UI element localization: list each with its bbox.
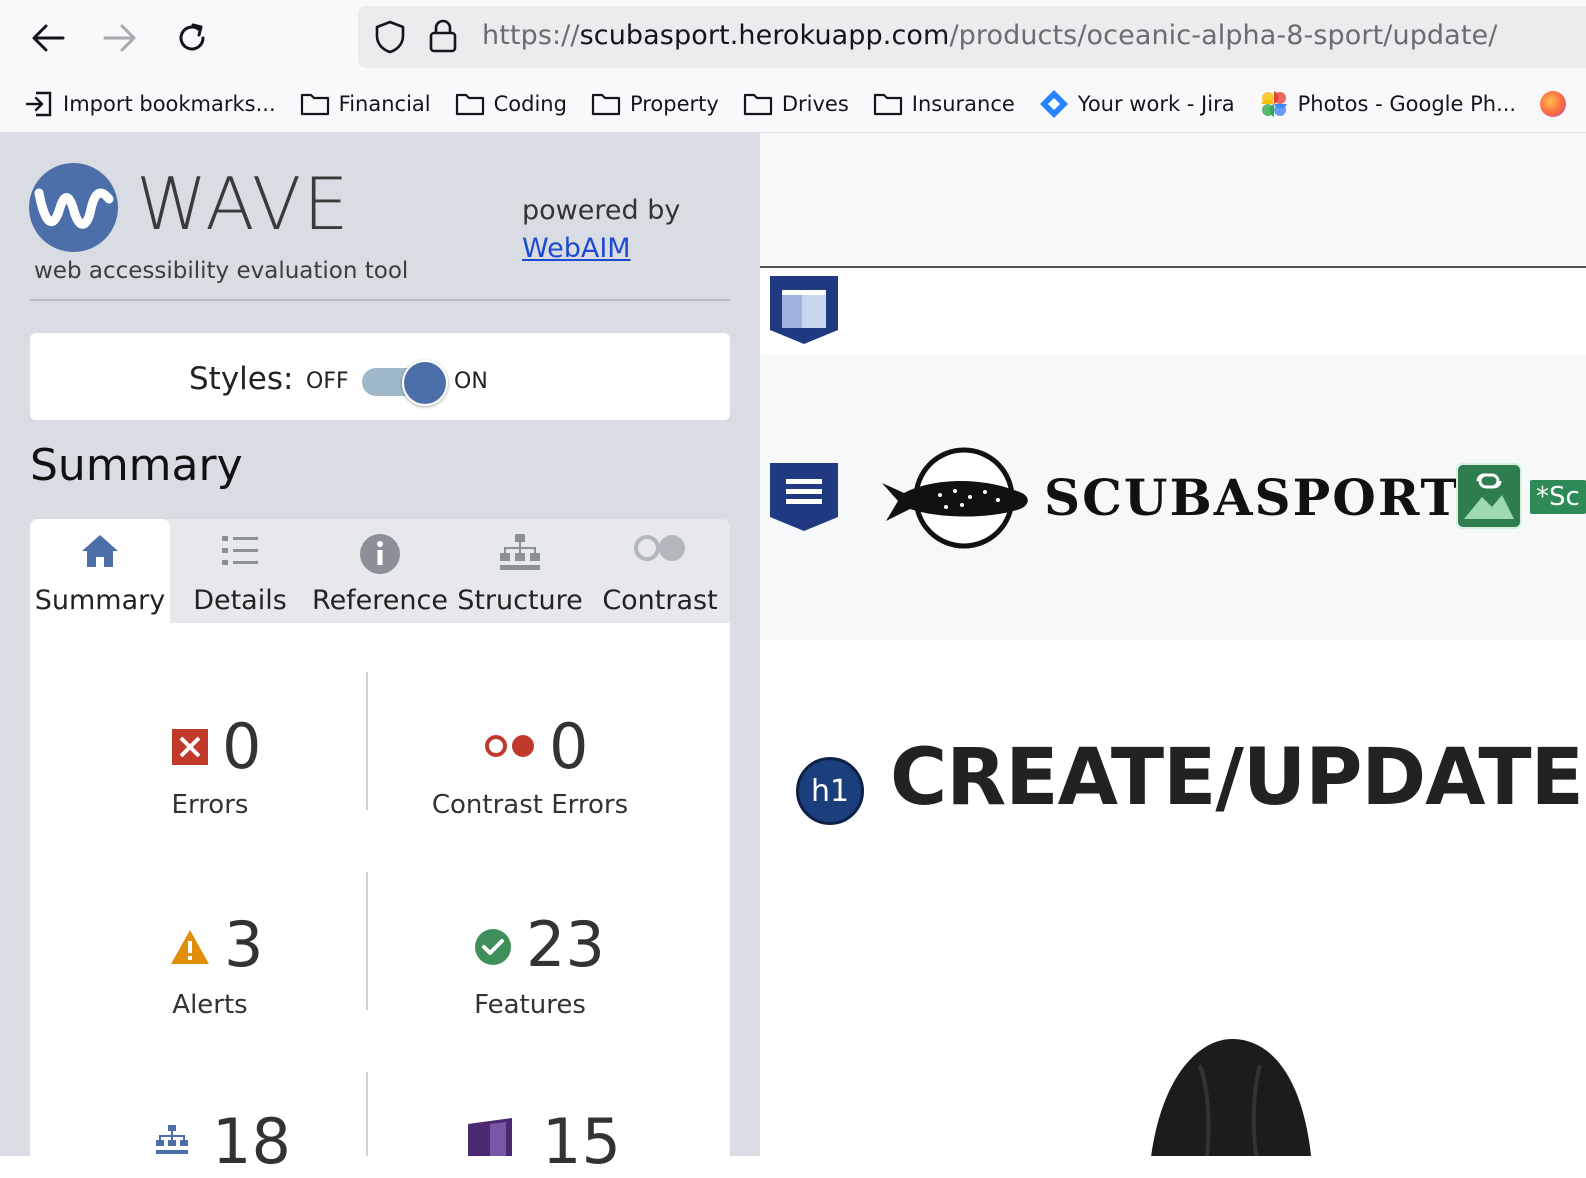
contrast-icon: [634, 535, 685, 561]
url-host: scubasport.herokuapp.com: [579, 20, 950, 51]
bookmark-label: Import bookmarks...: [63, 92, 276, 116]
shield-icon[interactable]: [374, 20, 406, 54]
page-header-top: [760, 133, 1586, 268]
bookmark-label: Coding: [493, 92, 567, 116]
browser-toolbar: https://scubasport.herokuapp.com/product…: [0, 0, 1586, 133]
errors-count: 0: [222, 710, 262, 783]
tab-reference[interactable]: Reference: [310, 519, 450, 623]
folder-icon: [743, 93, 772, 116]
bookmark-label: Insurance: [911, 92, 1015, 116]
alerts-label: Alerts: [172, 990, 248, 1020]
errors-label: Errors: [171, 790, 249, 820]
structure-count: 18: [212, 1105, 291, 1178]
info-icon: [360, 534, 400, 574]
forward-arrow-icon: [103, 24, 136, 52]
bookmark-import[interactable]: Import bookmarks...: [24, 84, 276, 124]
structure-icon: [500, 534, 540, 570]
alert-icon: [171, 930, 209, 964]
contrast-errors-label: Contrast Errors: [431, 790, 629, 820]
bookmark-folder-drives[interactable]: Drives: [743, 84, 849, 124]
tab-details[interactable]: Details: [170, 519, 310, 623]
summary-heading: Summary: [30, 440, 243, 491]
bookmark-label: Property: [629, 92, 719, 116]
divider: [366, 872, 368, 1010]
powered-by: powered by WebAIM: [522, 192, 680, 268]
tab-label: Summary: [34, 585, 166, 616]
bookmark-jira[interactable]: Your work - Jira: [1039, 84, 1235, 124]
bookmark-folder-coding[interactable]: Coding: [455, 84, 567, 124]
page-preview: SCUBASPORT *Sc h1 CREATE/UPDATE PR: [760, 133, 1586, 1156]
tab-label: Reference: [312, 585, 448, 616]
divider: [366, 672, 368, 810]
home-icon: [82, 535, 118, 567]
alt-text-tag: *Sc: [1530, 480, 1586, 514]
product-image: [1151, 1039, 1311, 1156]
wave-subtitle: web accessibility evaluation tool: [34, 258, 409, 284]
powered-by-text: powered by: [522, 195, 681, 226]
address-bar[interactable]: https://scubasport.herokuapp.com/product…: [358, 6, 1586, 68]
aria-icon: [468, 1118, 512, 1156]
styles-toggle-knob[interactable]: [402, 360, 448, 406]
bookmark-firefox[interactable]: [1540, 84, 1567, 124]
styles-label: Styles:: [189, 361, 294, 397]
bookmark-folder-financial[interactable]: Financial: [300, 84, 431, 124]
list-icon: [222, 536, 258, 565]
contrast-error-icon: [485, 735, 534, 757]
tab-label: Structure: [457, 585, 583, 616]
reload-icon: [179, 23, 205, 51]
bookmark-google-photos[interactable]: Photos - Google Ph...: [1259, 84, 1517, 124]
brand-name[interactable]: SCUBASPORT: [1044, 468, 1460, 527]
error-icon: [172, 729, 208, 765]
url-text[interactable]: https://scubasport.herokuapp.com/product…: [482, 20, 1497, 51]
back-arrow-icon: [32, 24, 65, 52]
divider: [366, 1072, 368, 1156]
structure-icon: [156, 1125, 188, 1154]
region-header-icon[interactable]: [768, 274, 840, 346]
firefox-icon: [1540, 91, 1567, 117]
bookmark-label: Photos - Google Ph...: [1297, 92, 1517, 116]
reload-button[interactable]: [168, 14, 216, 62]
import-icon: [25, 91, 52, 117]
features-count: 23: [526, 908, 605, 981]
tab-label: Details: [193, 585, 287, 616]
back-button[interactable]: [24, 14, 72, 62]
jira-icon: [1039, 90, 1068, 118]
linked-image-icon[interactable]: [1456, 463, 1522, 529]
bookmark-label: Drives: [781, 92, 849, 116]
feature-check-icon: [475, 929, 511, 965]
summary-panel: [30, 623, 730, 1156]
aria-count: 15: [542, 1105, 621, 1178]
wave-title: WAVE: [136, 162, 351, 246]
whale-shark-logo-icon[interactable]: [880, 445, 1032, 551]
tab-structure[interactable]: Structure: [450, 519, 590, 623]
forward-button[interactable]: [96, 14, 144, 62]
wave-logo-icon: [29, 163, 118, 252]
styles-off-label[interactable]: OFF: [306, 369, 349, 394]
page-heading: CREATE/UPDATE PR: [890, 733, 1586, 823]
tab-summary[interactable]: Summary: [30, 519, 170, 623]
bookmark-label: Your work - Jira: [1077, 92, 1235, 116]
url-path: /products/oceanic-alpha-8-sport/update/: [949, 20, 1498, 51]
bookmark-folder-insurance[interactable]: Insurance: [873, 84, 1015, 124]
bookmark-label: Financial: [338, 92, 431, 116]
folder-icon: [873, 93, 902, 116]
bookmarks-bar: Import bookmarks... Financial Coding Pro…: [0, 80, 1586, 128]
folder-icon: [591, 93, 621, 116]
contrast-errors-count: 0: [549, 710, 589, 783]
h1-badge-icon[interactable]: h1: [796, 757, 864, 825]
features-label: Features: [474, 990, 586, 1020]
bookmark-folder-property[interactable]: Property: [591, 84, 719, 124]
lock-icon[interactable]: [428, 18, 458, 54]
tab-label: Contrast: [602, 585, 718, 616]
folder-icon: [300, 93, 329, 116]
alerts-count: 3: [224, 908, 264, 981]
divider: [30, 299, 730, 301]
tab-contrast[interactable]: Contrast: [590, 519, 730, 623]
google-photos-icon: [1260, 91, 1287, 117]
region-nav-icon[interactable]: [768, 461, 840, 533]
folder-icon: [455, 93, 484, 116]
webaim-link[interactable]: WebAIM: [522, 233, 631, 264]
styles-on-label[interactable]: ON: [454, 369, 488, 394]
url-prefix: https://: [482, 20, 580, 51]
